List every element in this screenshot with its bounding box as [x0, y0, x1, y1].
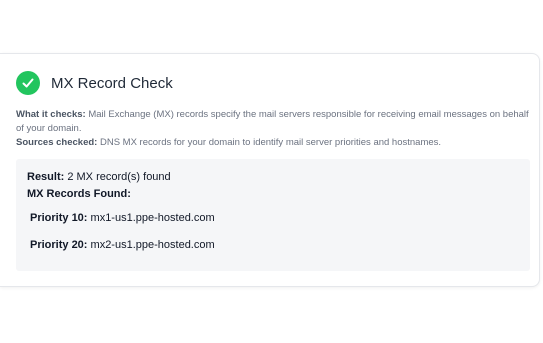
sources-checked: Sources checked: DNS MX records for your… [16, 136, 530, 150]
what-it-checks-text: Mail Exchange (MX) records specify the m… [16, 109, 529, 134]
checkmark-icon [16, 71, 40, 95]
records-heading: MX Records Found: [27, 188, 131, 200]
what-it-checks-label: What it checks: [16, 109, 86, 120]
mx-host: mx2-us1.ppe-hosted.com [90, 239, 215, 251]
sources-checked-text: DNS MX records for your domain to identi… [99, 137, 442, 148]
mx-priority-label: Priority 10: [30, 212, 88, 224]
mx-priority-label: Priority 20: [30, 239, 88, 251]
sources-checked-label: Sources checked: [16, 137, 98, 148]
card-title: MX Record Check [51, 74, 173, 92]
mx-check-card: MX Record Check What it checks: Mail Exc… [0, 53, 540, 287]
result-text: 2 MX record(s) found [67, 171, 171, 183]
result-summary: Result: 2 MX record(s) found [27, 171, 171, 183]
mx-record-item: Priority 20: mx2-us1.ppe-hosted.com [30, 239, 215, 251]
mx-record-item: Priority 10: mx1-us1.ppe-hosted.com [30, 212, 215, 224]
check-description: What it checks: Mail Exchange (MX) recor… [16, 108, 530, 150]
card-header: MX Record Check [16, 71, 173, 95]
what-it-checks: What it checks: Mail Exchange (MX) recor… [16, 108, 530, 136]
mx-host: mx1-us1.ppe-hosted.com [90, 212, 215, 224]
result-label: Result: [27, 171, 65, 183]
result-panel: Result: 2 MX record(s) found MX Records … [16, 159, 530, 271]
